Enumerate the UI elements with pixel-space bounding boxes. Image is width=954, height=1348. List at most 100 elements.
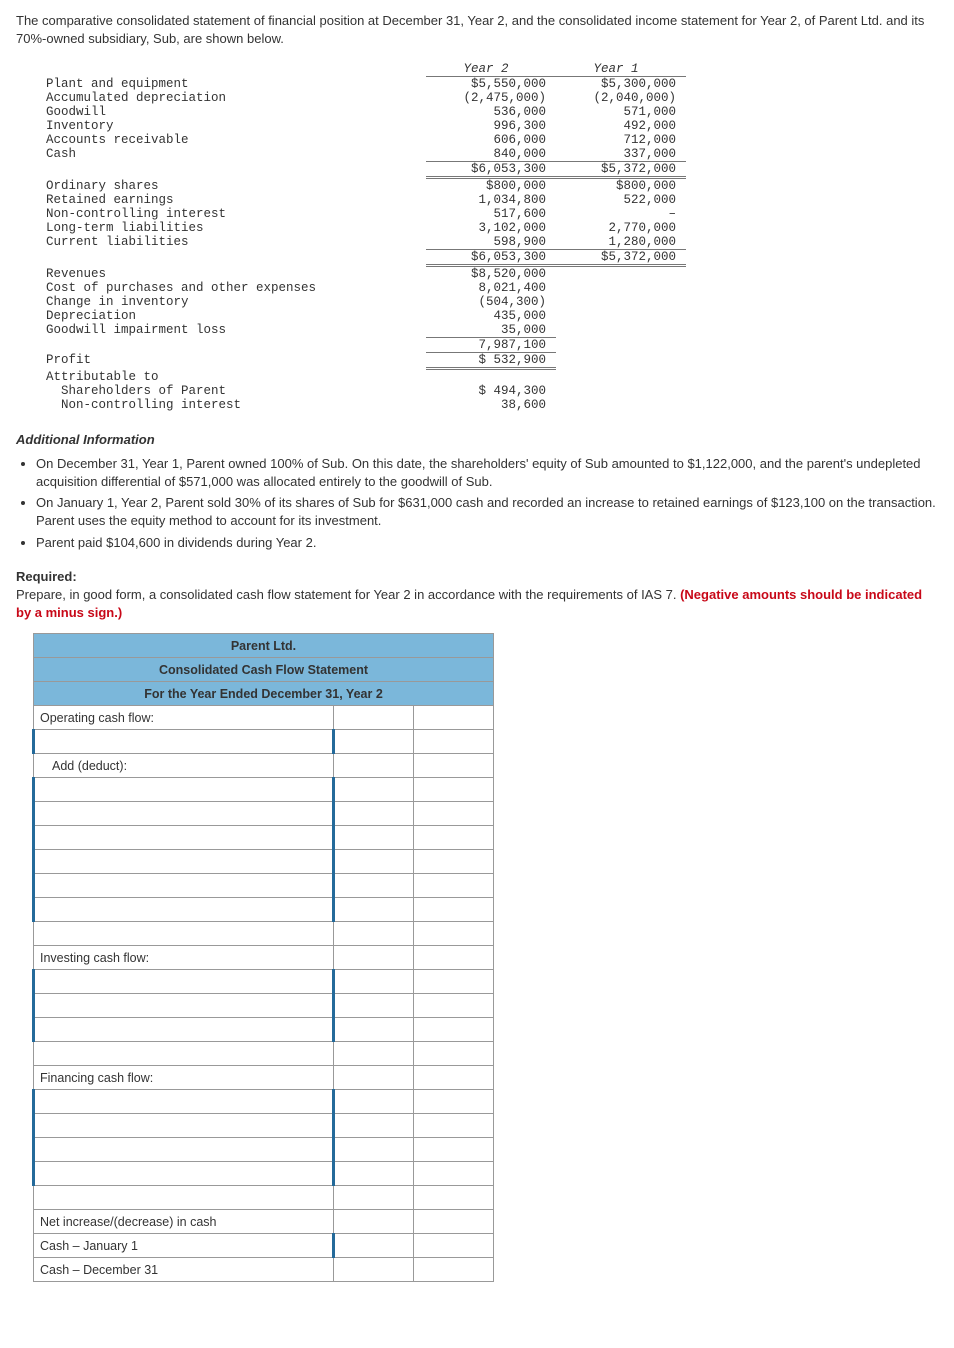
value-cell[interactable] bbox=[414, 1186, 494, 1210]
blank-row bbox=[34, 1186, 334, 1210]
statement-value-y2: 606,000 bbox=[426, 133, 556, 147]
value-cell[interactable] bbox=[334, 1066, 414, 1090]
value-cell[interactable] bbox=[414, 826, 494, 850]
value-dropdown-cell[interactable] bbox=[334, 1090, 414, 1114]
value-cell[interactable] bbox=[334, 946, 414, 970]
additional-info-list: On December 31, Year 1, Parent owned 100… bbox=[32, 455, 938, 551]
value-cell[interactable] bbox=[414, 1138, 494, 1162]
statement-value-y1: $5,300,000 bbox=[556, 77, 686, 91]
dropdown-cell[interactable] bbox=[34, 826, 334, 850]
value-cell[interactable] bbox=[414, 1042, 494, 1066]
dropdown-cell[interactable] bbox=[34, 1114, 334, 1138]
statement-value-y1 bbox=[556, 295, 686, 309]
value-cell[interactable] bbox=[414, 706, 494, 730]
dropdown-cell[interactable] bbox=[34, 778, 334, 802]
value-dropdown-cell[interactable] bbox=[334, 1114, 414, 1138]
value-cell[interactable] bbox=[414, 1210, 494, 1234]
value-dropdown-cell[interactable] bbox=[334, 802, 414, 826]
statement-value-y1: 492,000 bbox=[556, 119, 686, 133]
dropdown-cell[interactable] bbox=[34, 1090, 334, 1114]
value-cell[interactable] bbox=[414, 1066, 494, 1090]
dropdown-cell[interactable] bbox=[34, 850, 334, 874]
statement-value-y2: $5,550,000 bbox=[426, 77, 556, 91]
statement-label: Non-controlling interest bbox=[46, 398, 426, 412]
add-deduct-label: Add (deduct): bbox=[34, 754, 334, 778]
additional-item: Parent paid $104,600 in dividends during… bbox=[36, 534, 938, 552]
value-dropdown-cell[interactable] bbox=[334, 970, 414, 994]
value-cell[interactable] bbox=[414, 802, 494, 826]
value-cell[interactable] bbox=[414, 946, 494, 970]
value-cell[interactable] bbox=[414, 970, 494, 994]
statement-label: Plant and equipment bbox=[46, 77, 426, 91]
statement-value-y2: 1,034,800 bbox=[426, 193, 556, 207]
block3-sub-y2: 7,987,100 bbox=[426, 337, 556, 353]
statement-value-y2: (2,475,000) bbox=[426, 91, 556, 105]
dropdown-cell[interactable] bbox=[34, 874, 334, 898]
value-cell[interactable] bbox=[414, 1234, 494, 1258]
value-cell[interactable] bbox=[334, 922, 414, 946]
value-cell[interactable] bbox=[334, 1042, 414, 1066]
dropdown-cell[interactable] bbox=[34, 730, 334, 754]
dropdown-cell[interactable] bbox=[34, 1018, 334, 1042]
value-cell[interactable] bbox=[334, 706, 414, 730]
attributable-to-label: Attributable to bbox=[46, 370, 426, 384]
value-cell[interactable] bbox=[334, 1210, 414, 1234]
statement-label: Cost of purchases and other expenses bbox=[46, 281, 426, 295]
value-cell[interactable] bbox=[414, 874, 494, 898]
dropdown-cell[interactable] bbox=[34, 1162, 334, 1186]
statement-label: Goodwill bbox=[46, 105, 426, 119]
value-cell[interactable] bbox=[414, 1114, 494, 1138]
value-dropdown-cell[interactable] bbox=[334, 994, 414, 1018]
dropdown-cell[interactable] bbox=[34, 970, 334, 994]
statement-value-y1 bbox=[556, 398, 686, 412]
dropdown-cell[interactable] bbox=[34, 898, 334, 922]
statement-value-y2: 3,102,000 bbox=[426, 221, 556, 235]
value-cell[interactable] bbox=[414, 1090, 494, 1114]
statement-label: Goodwill impairment loss bbox=[46, 323, 426, 337]
value-dropdown-cell[interactable] bbox=[334, 826, 414, 850]
value-dropdown-cell[interactable] bbox=[334, 850, 414, 874]
value-dropdown-cell[interactable] bbox=[334, 1018, 414, 1042]
value-dropdown-cell[interactable] bbox=[334, 730, 414, 754]
block1-total-y1: $5,372,000 bbox=[556, 161, 686, 179]
statement-value-y2: (504,300) bbox=[426, 295, 556, 309]
cash-january-label: Cash – January 1 bbox=[34, 1234, 334, 1258]
value-cell[interactable] bbox=[414, 898, 494, 922]
dropdown-cell[interactable] bbox=[34, 802, 334, 826]
financing-cash-flow-label: Financing cash flow: bbox=[34, 1066, 334, 1090]
value-cell[interactable] bbox=[414, 922, 494, 946]
value-cell[interactable] bbox=[334, 1258, 414, 1282]
value-cell[interactable] bbox=[414, 754, 494, 778]
value-cell[interactable] bbox=[414, 994, 494, 1018]
dropdown-cell[interactable] bbox=[34, 1138, 334, 1162]
dropdown-cell[interactable] bbox=[34, 994, 334, 1018]
form-header-3: For the Year Ended December 31, Year 2 bbox=[34, 682, 494, 706]
statement-label: Non-controlling interest bbox=[46, 207, 426, 221]
value-cell[interactable] bbox=[334, 1186, 414, 1210]
profit-label: Profit bbox=[46, 353, 426, 370]
value-dropdown-cell[interactable] bbox=[334, 1162, 414, 1186]
statement-value-y2: 435,000 bbox=[426, 309, 556, 323]
statement-label: Revenues bbox=[46, 267, 426, 281]
value-cell[interactable] bbox=[414, 1018, 494, 1042]
value-cell[interactable] bbox=[414, 850, 494, 874]
statement-label: Long-term liabilities bbox=[46, 221, 426, 235]
operating-cash-flow-label: Operating cash flow: bbox=[34, 706, 334, 730]
blank-row bbox=[34, 1042, 334, 1066]
statement-label: Accounts receivable bbox=[46, 133, 426, 147]
value-cell[interactable] bbox=[414, 778, 494, 802]
value-dropdown-cell[interactable] bbox=[334, 1234, 414, 1258]
value-cell[interactable] bbox=[414, 1258, 494, 1282]
value-dropdown-cell[interactable] bbox=[334, 898, 414, 922]
value-dropdown-cell[interactable] bbox=[334, 1138, 414, 1162]
statement-value-y2: 996,300 bbox=[426, 119, 556, 133]
value-cell[interactable] bbox=[334, 754, 414, 778]
statement-value-y1: (2,040,000) bbox=[556, 91, 686, 105]
value-dropdown-cell[interactable] bbox=[334, 874, 414, 898]
statement-value-y1 bbox=[556, 267, 686, 281]
intro-text: The comparative consolidated statement o… bbox=[16, 12, 938, 48]
statement-value-y1: – bbox=[556, 207, 686, 221]
value-cell[interactable] bbox=[414, 1162, 494, 1186]
value-cell[interactable] bbox=[414, 730, 494, 754]
value-dropdown-cell[interactable] bbox=[334, 778, 414, 802]
